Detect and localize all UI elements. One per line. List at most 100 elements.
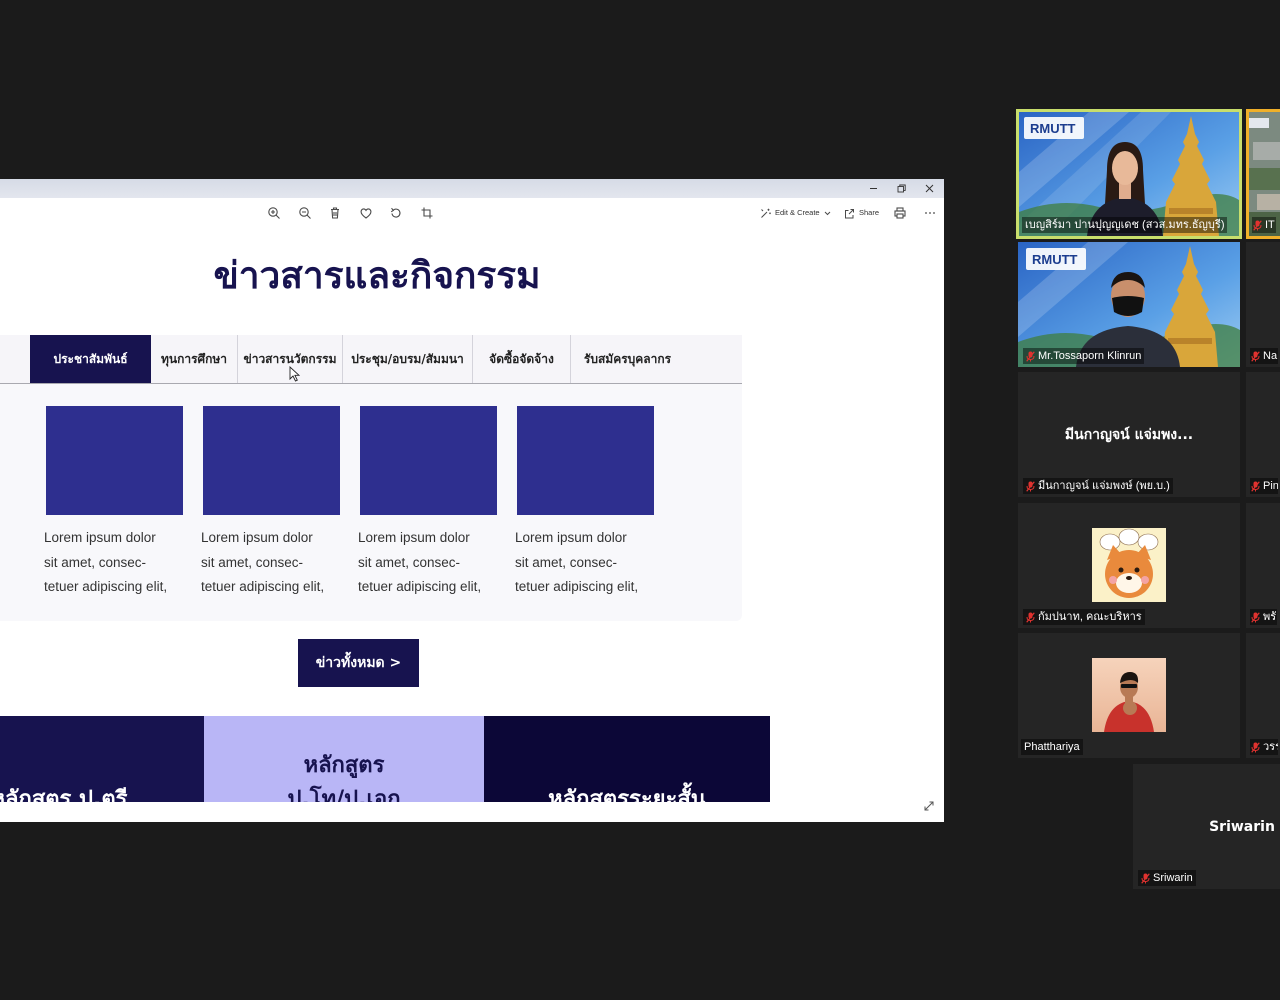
share-label: Share [859, 208, 880, 217]
shared-screen-photo-viewer: Edit & Create Share ข่าวสารและกิจกรรม ปร… [0, 179, 944, 822]
excerpt-line: Lorem ipsum dolor [44, 530, 156, 545]
excerpt-line: tetuer adipiscing elit, [44, 579, 168, 594]
share-icon [844, 208, 855, 219]
participant-name-label: Pin [1250, 478, 1278, 494]
participant-name-label: IT [1252, 217, 1276, 233]
minimize-icon[interactable] [868, 183, 879, 194]
participant-name: Mr.Tossaporn Klinrun [1038, 350, 1142, 362]
participant-tile[interactable]: RMUTT Mr.Tossaporn Klinrun [1018, 242, 1240, 367]
banner-label: หลักสูตร [303, 753, 385, 778]
more-icon[interactable] [923, 206, 937, 220]
participant-name: Sriwarin [1153, 872, 1193, 884]
rmutt-logo: RMUTT [1024, 117, 1084, 139]
all-news-button[interactable]: ข่าวทั้งหมด > [298, 639, 419, 687]
participant-name: พรั [1263, 611, 1277, 623]
news-card-excerpt: Lorem ipsum dolor sit amet, consec- tetu… [44, 526, 196, 600]
participant-tile[interactable]: Phatthariya [1018, 633, 1240, 758]
svg-text:RMUTT: RMUTT [1030, 121, 1076, 136]
news-card-excerpt: Lorem ipsum dolor sit amet, consec- tetu… [201, 526, 353, 600]
close-icon[interactable] [924, 183, 935, 194]
edit-create-button[interactable]: Edit & Create [760, 205, 831, 221]
edit-create-label: Edit & Create [775, 208, 820, 217]
excerpt-line: tetuer adipiscing elit, [358, 579, 482, 594]
svg-text:RMUTT: RMUTT [1032, 252, 1078, 267]
participant-name: กัมปนาท, คณะบริหาร [1038, 611, 1142, 623]
tab-public-relations[interactable]: ประชาสัมพันธ์ [30, 335, 151, 383]
tab-scholarships[interactable]: ทุนการศึกษา [151, 335, 237, 383]
banner-label: ป.โท/ป.เอก [287, 787, 401, 802]
excerpt-line: sit amet, consec- [44, 554, 147, 570]
mouse-cursor [289, 366, 300, 382]
mic-muted-icon [1253, 219, 1262, 231]
tab-recruitment[interactable]: รับสมัครบุคลากร [570, 335, 684, 383]
excerpt-line: tetuer adipiscing elit, [201, 579, 325, 594]
participant-name-label: กัมปนาท, คณะบริหาร [1023, 609, 1145, 625]
participant-tile-partial[interactable]: วรร [1246, 633, 1280, 758]
participant-tile-partial[interactable]: พรั [1246, 503, 1280, 628]
print-icon[interactable] [893, 206, 907, 220]
zoom-out-icon[interactable] [298, 206, 312, 220]
chevron-down-icon [824, 211, 831, 216]
news-card-excerpt: Lorem ipsum dolor sit amet, consec- tetu… [358, 526, 510, 600]
share-button[interactable]: Share [844, 205, 879, 221]
participant-display-name: Sriwarin [1209, 819, 1275, 835]
restore-icon[interactable] [896, 183, 907, 194]
banner-bachelor[interactable]: หลักสูตร ป.ตรี [0, 716, 204, 802]
participant-name: IT [1265, 219, 1275, 231]
delete-icon[interactable] [328, 206, 342, 220]
profile-picture-avatar [1092, 658, 1166, 732]
participant-name-label: เบญสิร์มา ปานปุญญเดช (สวส.มทร.ธัญบุรี) [1022, 217, 1228, 233]
viewer-title-bar[interactable] [0, 179, 944, 198]
news-card-image[interactable] [360, 406, 497, 515]
news-card-image[interactable] [46, 406, 183, 515]
participant-name-label: Sriwarin [1138, 870, 1196, 886]
participant-name: Na [1263, 350, 1278, 362]
rotate-icon[interactable] [389, 206, 403, 220]
mic-muted-icon [1141, 872, 1150, 884]
participant-name-label: วรร [1250, 739, 1278, 755]
banner-graduate[interactable]: หลักสูตร ป.โท/ป.เอก [204, 716, 484, 802]
participant-name: เบญสิร์มา ปานปุญญเดช (สวส.มทร.ธัญบุรี) [1025, 219, 1225, 231]
participant-name: วรร [1263, 741, 1278, 753]
news-card-image[interactable] [203, 406, 340, 515]
excerpt-line: Lorem ipsum dolor [515, 530, 627, 545]
banner-short-course[interactable]: หลักสูตรระยะสั้น [484, 716, 770, 802]
participant-tile[interactable]: กัมปนาท, คณะบริหาร [1018, 503, 1240, 628]
excerpt-line: sit amet, consec- [515, 554, 618, 570]
participant-tile-partial[interactable]: Na [1246, 242, 1280, 367]
banner-label: หลักสูตรระยะสั้น [548, 787, 706, 802]
news-card-excerpt: Lorem ipsum dolor sit amet, consec- tetu… [515, 526, 667, 600]
excerpt-line: Lorem ipsum dolor [358, 530, 470, 545]
mic-muted-icon [1251, 480, 1260, 492]
banner-label: หลักสูตร ป.ตรี [0, 787, 128, 802]
participant-name: มีนกาญจน์ แจ่มพงษ์ (พย.บ.) [1038, 480, 1170, 492]
participant-tile-partial[interactable]: IT [1246, 109, 1280, 239]
participant-name-label: Mr.Tossaporn Klinrun [1023, 348, 1145, 364]
page-title: ข่าวสารและกิจกรรม [213, 254, 541, 297]
tab-meetings-trainings[interactable]: ประชุม/อบรม/สัมมนา [342, 335, 472, 383]
participant-tile[interactable]: Sriwarin Sriwarin [1133, 764, 1280, 889]
mic-muted-icon [1026, 480, 1035, 492]
mic-muted-icon [1251, 611, 1260, 623]
participant-tile-active-speaker[interactable]: RMUTT เบญสิร์มา ปานปุญญเดช (สวส.มทร.ธัญบ… [1016, 109, 1242, 239]
zoom-in-icon[interactable] [267, 206, 281, 220]
participant-tile[interactable]: มีนกาญจน์ แจ่มพง... มีนกาญจน์ แจ่มพงษ์ (… [1018, 372, 1240, 497]
news-category-tabs: ประชาสัมพันธ์ ทุนการศึกษา ข่าวสารนวัตกรร… [0, 335, 742, 384]
expand-icon[interactable] [923, 800, 935, 812]
participant-name-label: Na [1250, 348, 1278, 364]
course-banner: หลักสูตร ป.ตรี หลักสูตร ป.โท/ป.เอก หลักส… [0, 716, 770, 802]
participant-name-label: Phatthariya [1021, 739, 1083, 755]
participant-name-label: พรั [1250, 609, 1278, 625]
excerpt-line: sit amet, consec- [358, 554, 461, 570]
participant-tile-partial[interactable]: Pin [1246, 372, 1280, 497]
profile-picture-avatar [1092, 528, 1166, 602]
participant-name: Pin [1263, 480, 1278, 492]
participant-name: Phatthariya [1024, 741, 1080, 753]
favorite-icon[interactable] [359, 206, 373, 220]
crop-icon[interactable] [420, 206, 434, 220]
tab-procurement[interactable]: จัดซื้อจัดจ้าง [472, 335, 570, 383]
news-card-image[interactable] [517, 406, 654, 515]
excerpt-line: sit amet, consec- [201, 554, 304, 570]
excerpt-line: tetuer adipiscing elit, [515, 579, 639, 594]
magic-wand-icon [760, 208, 771, 219]
